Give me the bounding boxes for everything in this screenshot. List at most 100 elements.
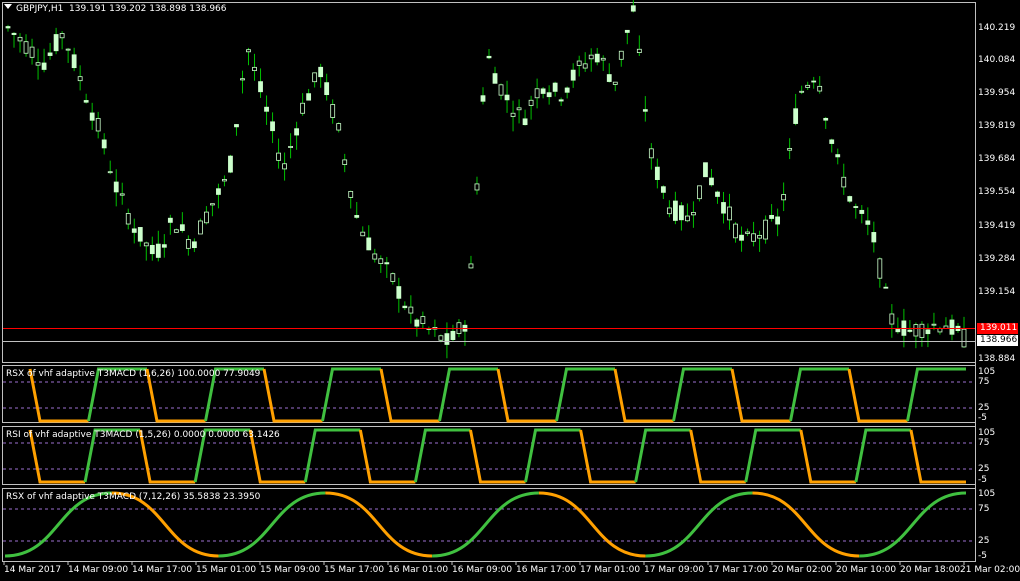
candle-body (630, 5, 636, 12)
level-label: 105 (978, 428, 996, 438)
candle-body (324, 82, 330, 96)
candle-body (877, 258, 883, 279)
oscillator-up-segment (634, 428, 691, 483)
candle-body (564, 87, 570, 93)
candle-body (540, 88, 546, 94)
price-label: 138.884 (978, 354, 1016, 364)
time-label: 16 Mar 01:00 (388, 565, 449, 575)
candle-body (155, 243, 161, 258)
candle-body (173, 229, 179, 233)
candle-body (191, 241, 197, 249)
candle-body (83, 100, 89, 103)
candle-body (612, 81, 618, 85)
level-label: -5 (978, 551, 987, 561)
oscillator-down-segment (730, 368, 791, 423)
indicator-2-title: RSI of vhf adaptive T3MACD (1,5,26) 0.00… (6, 430, 280, 440)
candle-body (258, 81, 263, 93)
candle-body (817, 85, 823, 92)
candle-body (925, 329, 931, 335)
candle-body (360, 231, 366, 237)
candle-body (41, 62, 47, 70)
candle-body (161, 244, 167, 248)
candle-body (137, 227, 143, 242)
candle-body (829, 139, 835, 144)
price-label: 139.954 (978, 88, 1016, 98)
time-label: 20 Mar 10:00 (836, 565, 897, 575)
candle-body (384, 262, 390, 265)
candle-body (793, 108, 799, 124)
level-label: -5 (978, 413, 987, 423)
candle-body (498, 84, 504, 96)
candle-body (179, 224, 185, 231)
oscillator-up-segment (413, 428, 471, 483)
candle-body (113, 181, 119, 193)
oscillator-down-segment (613, 368, 674, 423)
candle-body (679, 205, 684, 221)
candle-body (53, 34, 59, 52)
price-label: 139.284 (978, 254, 1016, 264)
candle-body (492, 73, 498, 84)
candlestick-series (5, 0, 967, 359)
price-label: 140.084 (978, 55, 1016, 65)
candle-body (252, 66, 257, 71)
oscillator-down-segment (909, 429, 966, 484)
candle-body (672, 200, 678, 221)
candle-body (841, 176, 847, 188)
time-label: 16 Mar 09:00 (452, 565, 513, 575)
price-label: 140.219 (978, 23, 1016, 33)
candle-body (516, 107, 522, 111)
oscillator-up-segment (789, 367, 849, 422)
oscillator-up-segment (672, 367, 732, 422)
candle-body (871, 232, 877, 243)
candle-body (366, 237, 372, 251)
candle-body (240, 78, 245, 81)
candle-body (570, 69, 576, 81)
price-label: 139.684 (978, 154, 1016, 164)
candle-body (444, 333, 450, 345)
last-price-tag: 138.966 (977, 335, 1018, 346)
level-label: 75 (978, 438, 990, 448)
candle-body (775, 216, 781, 225)
candle-body (895, 329, 901, 333)
time-label: 15 Mar 17:00 (324, 565, 385, 575)
time-label: 20 Mar 02:00 (772, 565, 833, 575)
candle-body (65, 48, 71, 51)
candle-body (624, 29, 630, 33)
candle-body (198, 220, 203, 235)
candle-body (300, 102, 306, 114)
candle-body (216, 188, 221, 195)
candle-body (961, 328, 967, 348)
candle-body (715, 191, 720, 197)
candle-body (919, 323, 925, 338)
candle-body (660, 186, 666, 193)
oscillator-up-segment (555, 367, 615, 422)
oscillator-up-segment (744, 428, 801, 483)
level-label: 25 (978, 536, 990, 546)
candle-body (402, 305, 408, 309)
candle-body (757, 234, 762, 239)
time-label: 15 Mar 01:00 (196, 565, 257, 575)
candle-body (222, 179, 227, 182)
candle-body (23, 41, 29, 54)
candle-body (907, 329, 913, 332)
candle-body (348, 191, 354, 198)
level-label: 105 (978, 367, 996, 377)
candle-body (125, 213, 131, 225)
candle-body (781, 194, 787, 201)
oscillator-down-segment (579, 429, 636, 484)
oscillator-up-segment (906, 367, 966, 422)
candle-body (504, 94, 510, 101)
candle-body (666, 207, 672, 215)
candle-body (588, 54, 594, 60)
candle-body (149, 244, 155, 255)
candle-body (691, 212, 696, 216)
symbol-ohlc: 139.191 139.202 138.898 138.966 (69, 4, 227, 14)
candle-body (438, 335, 444, 341)
bid-price-tag: 139.011 (977, 323, 1018, 334)
candle-body (510, 112, 516, 117)
chart-menu-arrow-icon[interactable] (4, 4, 12, 9)
candle-body (486, 55, 492, 59)
candle-body (71, 54, 77, 69)
candle-body (372, 253, 378, 260)
candle-body (228, 155, 233, 173)
